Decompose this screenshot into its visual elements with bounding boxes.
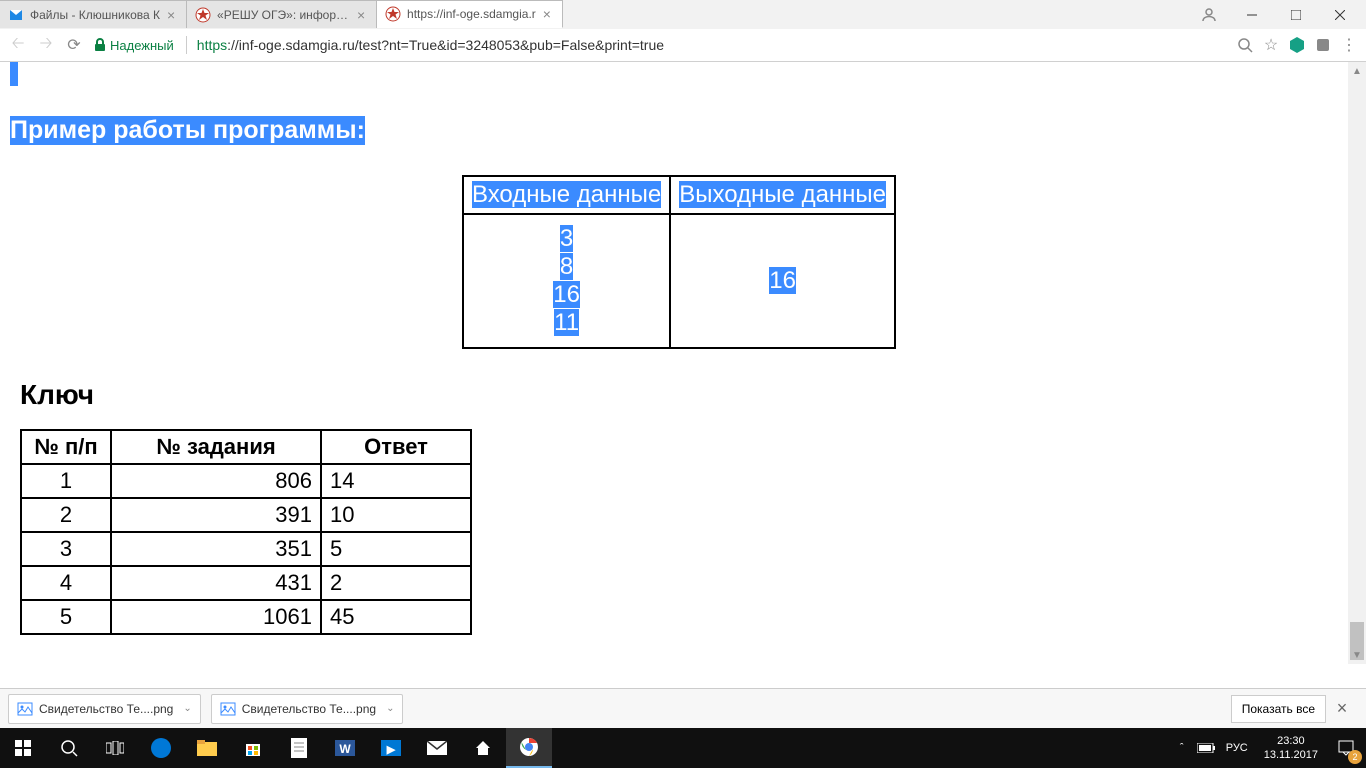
taskbar-app-notepad-icon[interactable] [276,728,322,768]
page-content: Пример работы программы: Входные данные … [0,62,1348,664]
tray-battery-icon[interactable] [1194,743,1218,753]
download-filename: Свидетельство Те....png [242,702,376,716]
downloads-close-button[interactable]: × [1326,698,1358,719]
example-table: Входные данные Выходные данные 3 8 16 11… [462,175,896,349]
zoom-icon[interactable] [1232,32,1258,58]
download-item[interactable]: Свидетельство Те....png ⌄ [8,694,201,724]
chevron-down-icon[interactable]: ⌄ [386,703,394,714]
tab-close-icon[interactable]: × [164,8,178,22]
tray-chevron-up-icon[interactable]: ˆ [1170,742,1194,754]
download-filename: Свидетельство Те....png [39,702,173,716]
notification-badge: 2 [1348,750,1362,764]
key-col-task: № задания [111,430,321,464]
key-col-answer: Ответ [321,430,471,464]
table-row: 5106145 [21,600,471,634]
window-minimize-button[interactable] [1230,0,1274,29]
svg-text:▶: ▶ [386,744,396,756]
bookmark-star-icon[interactable]: ☆ [1258,32,1284,58]
search-button[interactable] [46,728,92,768]
nav-forward-button[interactable]: 🡢 [32,31,60,59]
selection-marker [10,62,18,86]
windows-taskbar: W ▶ ˆ РУС 23:30 13.11.2017 2 [0,728,1366,768]
nav-back-button[interactable]: 🡠 [4,31,32,59]
table-row: 44312 [21,566,471,600]
tab-favicon-site-icon [385,6,401,22]
browser-tab-1[interactable]: Файлы - Клюшникова К × [0,0,187,28]
table-row: 180614 [21,464,471,498]
tab-close-icon[interactable]: × [540,7,554,21]
taskbar-app-explorer-icon[interactable] [184,728,230,768]
tab-favicon-mail-icon [8,7,24,23]
page-heading: Пример работы программы: [10,116,365,145]
table-row: 239110 [21,498,471,532]
example-header-input: Входные данные [463,176,670,214]
window-close-button[interactable] [1318,0,1362,29]
browser-tab-strip: Файлы - Клюшникова К × «РЕШУ ОГЭ»: инфор… [0,0,1366,29]
taskbar-app-chrome-icon[interactable] [506,728,552,768]
downloads-bar: Свидетельство Те....png ⌄ Свидетельство … [0,688,1366,728]
secure-label: Надежный [110,38,174,53]
user-profile-icon[interactable] [1196,2,1222,28]
extension-adblock-icon[interactable] [1284,32,1310,58]
taskbar-app-store-icon[interactable] [230,728,276,768]
browser-menu-icon[interactable]: ⋮ [1336,32,1362,58]
taskbar-app-edge-icon[interactable] [138,728,184,768]
scroll-up-icon[interactable]: ▲ [1348,62,1366,80]
taskbar-app-yammer-icon[interactable]: ▶ [368,728,414,768]
secure-indicator: Надежный [94,38,174,53]
tab-title: Файлы - Клюшникова К [30,8,160,22]
url-separator [186,36,187,54]
example-header-output: Выходные данные [670,176,895,214]
extension-icon[interactable] [1310,32,1336,58]
tray-notifications-icon[interactable]: 2 [1326,728,1366,768]
task-view-button[interactable] [92,728,138,768]
taskbar-app-mail-icon[interactable] [414,728,460,768]
chevron-down-icon[interactable]: ⌄ [183,703,191,714]
window-maximize-button[interactable] [1274,0,1318,29]
downloads-show-all-button[interactable]: Показать все [1231,695,1326,723]
key-table: № п/п № задания Ответ 180614 239110 3351… [20,429,472,635]
download-item[interactable]: Свидетельство Те....png ⌄ [211,694,404,724]
url-text: https://inf-oge.sdamgia.ru/test?nt=True&… [197,37,664,53]
browser-tab-3[interactable]: https://inf-oge.sdamgia.r × [377,0,563,28]
browser-tab-2[interactable]: «РЕШУ ОГЭ»: информат × [187,0,377,28]
browser-toolbar: 🡠 🡢 ⟳ Надежный https://inf-oge.sdamgia.r… [0,29,1366,62]
key-heading: Ключ [20,379,1348,411]
tab-close-icon[interactable]: × [354,8,368,22]
example-output-cell: 16 [670,214,895,348]
table-row: 33515 [21,532,471,566]
nav-reload-button[interactable]: ⟳ [60,31,88,59]
taskbar-app-home-icon[interactable] [460,728,506,768]
tray-language[interactable]: РУС [1218,742,1256,754]
image-file-icon [220,701,236,717]
start-button[interactable] [0,728,46,768]
key-col-number: № п/п [21,430,111,464]
tray-clock[interactable]: 23:30 13.11.2017 [1256,734,1326,762]
address-bar[interactable]: Надежный https://inf-oge.sdamgia.ru/test… [94,32,1226,58]
taskbar-app-word-icon[interactable]: W [322,728,368,768]
svg-text:W: W [339,742,351,756]
vertical-scrollbar[interactable]: ▲ ▼ [1348,62,1366,664]
example-input-cell: 3 8 16 11 [463,214,670,348]
scroll-down-icon[interactable]: ▼ [1348,646,1366,664]
tab-favicon-site-icon [195,7,211,23]
tab-title: https://inf-oge.sdamgia.r [407,7,536,21]
tab-title: «РЕШУ ОГЭ»: информат [217,8,350,22]
image-file-icon [17,701,33,717]
